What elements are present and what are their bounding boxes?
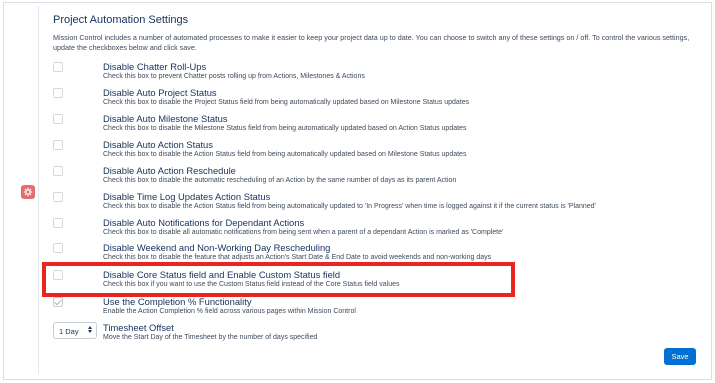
checkbox[interactable]	[53, 114, 63, 124]
setting-description: Check this box to prevent Chatter posts …	[103, 73, 365, 80]
checkbox[interactable]	[53, 140, 63, 150]
setting-label: Disable Core Status field and Enable Cus…	[103, 269, 341, 280]
gear-icon[interactable]	[21, 185, 35, 199]
checkbox[interactable]	[53, 166, 63, 176]
select-value: 1 Day	[59, 327, 79, 336]
setting-label: Disable Auto Notifications for Dependant…	[103, 217, 305, 228]
checkbox-checked[interactable]	[53, 297, 63, 307]
setting-label: Disable Auto Action Status	[103, 139, 213, 150]
checkbox[interactable]	[53, 218, 63, 228]
setting-label: Disable Weekend and Non-Working Day Resc…	[103, 242, 331, 253]
setting-label: Disable Time Log Updates Action Status	[103, 191, 271, 202]
setting-label: Disable Chatter Roll-Ups	[103, 61, 207, 72]
checkbox[interactable]	[53, 192, 63, 202]
intro-text: Mission Control includes a number of aut…	[53, 33, 690, 52]
checkbox[interactable]	[53, 243, 63, 253]
setting-description: Check this box to disable the Action Sta…	[103, 151, 467, 158]
setting-description: Check this box to disable the automatic …	[103, 177, 457, 184]
setting-label: Disable Auto Action Reschedule	[103, 165, 236, 176]
checkbox[interactable]	[53, 88, 63, 98]
checkbox[interactable]	[53, 270, 63, 280]
page-title: Project Automation Settings	[53, 14, 189, 26]
setting-description: Check this box if you want to use the Cu…	[103, 281, 400, 288]
stepper-icon	[88, 326, 92, 333]
checkbox[interactable]	[53, 62, 63, 72]
setting-description: Check this box to disable the feature th…	[103, 254, 492, 261]
timesheet-offset-select[interactable]: 1 Day	[53, 322, 97, 339]
setting-label: Timesheet Offset	[103, 322, 174, 333]
setting-description: Check this box to disable the Action Sta…	[103, 203, 596, 210]
setting-description: Check this box to disable all automatic …	[103, 229, 504, 236]
save-button[interactable]: Save	[664, 348, 696, 365]
setting-label: Use the Completion % Functionality	[103, 296, 252, 307]
setting-description: Check this box to disable the Project St…	[103, 99, 470, 106]
setting-description: Enable the Action Completion % field acr…	[103, 308, 356, 315]
setting-label: Disable Auto Milestone Status	[103, 113, 228, 124]
setting-label: Disable Auto Project Status	[103, 87, 217, 98]
setting-description: Move the Start Day of the Timesheet by t…	[103, 334, 318, 341]
divider	[38, 6, 39, 374]
setting-description: Check this box to disable the Milestone …	[103, 125, 467, 132]
